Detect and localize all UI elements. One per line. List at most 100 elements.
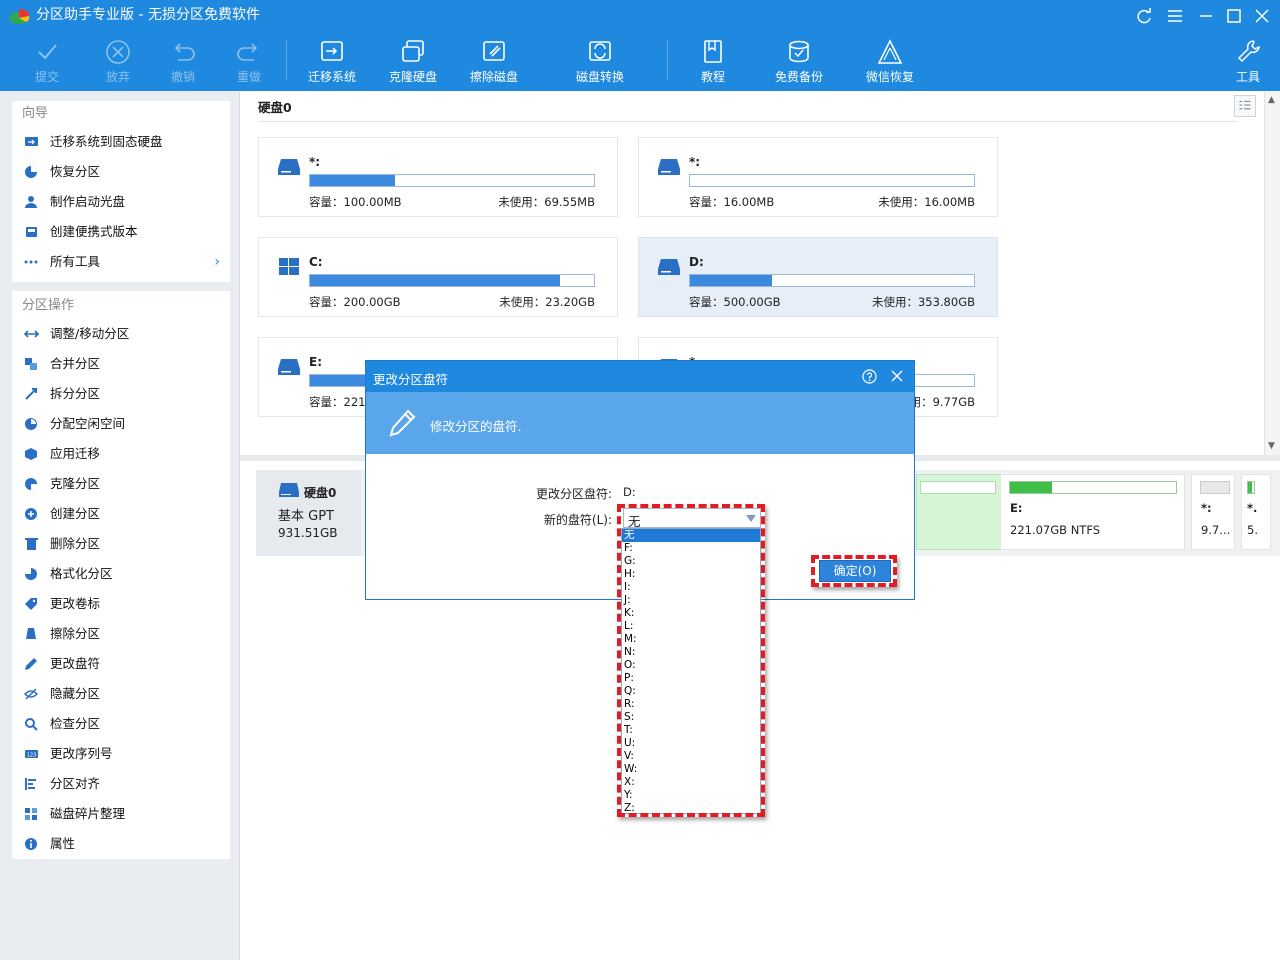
tools-button[interactable]: 工具 — [1213, 38, 1280, 88]
sidebar-item-create[interactable]: 创建分区 — [12, 499, 230, 529]
partition-usage-fill — [310, 175, 396, 186]
dialog-titlebar: 更改分区盘符 — [366, 361, 914, 392]
partition-info: 9.7... — [1201, 523, 1231, 537]
book-icon — [704, 40, 722, 63]
undo-icon — [174, 43, 195, 61]
sidebar-item-delete[interactable]: 删除分区 — [12, 529, 230, 559]
highlight-dropdown — [617, 504, 765, 817]
free-backup-button[interactable]: 免费备份 — [764, 38, 834, 88]
disk-info[interactable]: 硬盘0 基本 GPT 931.51GB — [256, 470, 361, 556]
partition-usage-bar — [309, 174, 595, 187]
sidebar-item-label: 所有工具 — [50, 254, 101, 269]
partition-card[interactable]: *: 容量：16.00MB 未使用：16.00MB — [638, 137, 998, 217]
highlight-ok-button — [811, 555, 897, 587]
sidebar-item-serial[interactable]: 123 更改序列号 — [12, 739, 230, 769]
toolbar-separator — [667, 40, 668, 80]
defrag-icon — [25, 808, 37, 820]
partition-usage-fill — [310, 275, 560, 286]
disk-convert-button[interactable]: 磁盘转换 — [565, 38, 635, 88]
partition-block-last[interactable]: *. 5. — [1241, 474, 1271, 550]
sidebar-item-format[interactable]: 格式化分区 — [12, 559, 230, 589]
help-icon[interactable] — [862, 369, 877, 384]
partition-card[interactable]: D: 容量：500.00GB 未使用：353.80GB — [638, 237, 998, 317]
pencil-icon — [25, 658, 37, 670]
sidebar-item-all-tools[interactable]: 所有工具 › — [12, 247, 230, 277]
current-letter-value: D: — [623, 485, 636, 499]
cancel-circle-icon — [106, 40, 130, 64]
vertical-scrollbar[interactable]: ▲ ▼ — [1264, 91, 1280, 455]
partition-block-star[interactable]: *: 9.7... — [1191, 474, 1235, 550]
sidebar-item-allocate[interactable]: 分配空闲空间 — [12, 409, 230, 439]
commit-button[interactable]: 提交 — [12, 38, 82, 88]
scroll-down-icon[interactable]: ▼ — [1268, 441, 1275, 451]
sidebar-item-merge[interactable]: 合并分区 — [12, 349, 230, 379]
discard-label: 放弃 — [105, 70, 130, 84]
create-icon — [25, 508, 37, 520]
sidebar-item-defrag[interactable]: 磁盘碎片整理 — [12, 799, 230, 829]
clone-disk-button[interactable]: 克隆硬盘 — [378, 38, 448, 88]
partition-capacity: 容量：16.00MB — [689, 195, 775, 209]
sidebar-item-label: 更改序列号 — [50, 746, 113, 761]
partition-card[interactable]: *: 容量：100.00MB 未使用：69.55MB — [258, 137, 618, 217]
tutorial-label: 教程 — [700, 70, 725, 84]
migrate-os-button[interactable]: 迁移系统 — [297, 38, 367, 88]
close-icon[interactable] — [1253, 7, 1271, 25]
discard-button[interactable]: 放弃 — [83, 38, 153, 88]
sidebar-item-portable[interactable]: 创建便携式版本 — [12, 217, 230, 247]
app-migrate-icon — [25, 448, 37, 460]
sidebar-item-label: 恢复分区 — [50, 164, 101, 179]
sidebar-item-check[interactable]: 检查分区 — [12, 709, 230, 739]
minimize-icon[interactable] — [1197, 7, 1215, 25]
pie-chart-icon — [8, 6, 30, 26]
sidebar-item-clone[interactable]: 克隆分区 — [12, 469, 230, 499]
info-icon — [25, 838, 37, 850]
clone-disk-icon — [402, 40, 424, 62]
sidebar-item-split[interactable]: 拆分分区 — [12, 379, 230, 409]
sidebar-item-properties[interactable]: 属性 — [12, 829, 230, 859]
partition-name: *: — [309, 155, 321, 169]
sidebar-item-hide[interactable]: 隐藏分区 — [12, 679, 230, 709]
chevron-right-icon: › — [214, 254, 220, 270]
undo-button[interactable]: 撤销 — [148, 38, 218, 88]
dialog-description: 修改分区的盘符. — [430, 419, 522, 434]
partition-block-e[interactable]: E: 221.07GB NTFS — [1000, 474, 1185, 550]
sidebar-item-resize[interactable]: 调整/移动分区 — [12, 319, 230, 349]
sidebar-item-label: 属性 — [50, 836, 76, 851]
menu-icon[interactable] — [1166, 7, 1184, 25]
tutorial-button[interactable]: 教程 — [678, 38, 748, 88]
allocate-icon — [25, 418, 37, 430]
maximize-icon[interactable] — [1225, 7, 1243, 25]
portable-icon — [26, 227, 37, 237]
commit-label: 提交 — [34, 70, 59, 84]
sidebar-item-recover-partition[interactable]: 恢复分区 — [12, 157, 230, 187]
wipe-disk-button[interactable]: 擦除磁盘 — [459, 38, 529, 88]
partition-name: *: — [1201, 501, 1212, 515]
wipe-disk-label: 擦除磁盘 — [469, 70, 518, 84]
partition-block-d[interactable] — [916, 474, 1003, 550]
redo-button[interactable]: 重做 — [214, 38, 284, 88]
partition-name: D: — [689, 255, 704, 269]
refresh-icon[interactable] — [1135, 7, 1153, 25]
view-toggle-icon[interactable] — [1234, 95, 1256, 117]
sidebar-item-wipe[interactable]: 擦除分区 — [12, 619, 230, 649]
operations-panel: 分区操作 调整/移动分区 合并分区 拆分分区 分配空闲空间 应用迁移 克隆分区 创建分区 删除… — [12, 291, 230, 859]
sidebar-item-drive-letter[interactable]: 更改盘符 — [12, 649, 230, 679]
operations-list: 调整/移动分区 合并分区 拆分分区 分配空闲空间应用迁移克隆分区创建分区删除分区 格式化… — [12, 319, 230, 859]
wechat-recovery-button[interactable]: 微信恢复 — [855, 38, 925, 88]
sidebar-item-label[interactable]: 更改卷标 — [12, 589, 230, 619]
partition-card[interactable]: C: 容量：200.00GB 未使用：23.20GB — [258, 237, 618, 317]
partition-usage-bar — [920, 481, 996, 494]
new-letter-label: 新的盘符(L): — [543, 513, 612, 527]
sidebar-item-boot-disc[interactable]: 制作启动光盘 — [12, 187, 230, 217]
partition-capacity: 容量：221. — [309, 395, 370, 409]
sidebar-item-label: 创建分区 — [50, 506, 101, 521]
wechat-recovery-label: 微信恢复 — [865, 70, 914, 84]
sidebar-item-migrate-ssd[interactable]: 迁移系统到固态硬盘 — [12, 127, 230, 157]
sidebar-item-align[interactable]: 分区对齐 — [12, 769, 230, 799]
sidebar-item-label: 应用迁移 — [50, 446, 101, 461]
sidebar-item-label: 创建便携式版本 — [50, 224, 138, 239]
sidebar-item-app-migrate[interactable]: 应用迁移 — [12, 439, 230, 469]
check-icon — [38, 44, 57, 60]
close-icon[interactable] — [890, 369, 904, 383]
scroll-up-icon[interactable]: ▲ — [1268, 95, 1275, 105]
